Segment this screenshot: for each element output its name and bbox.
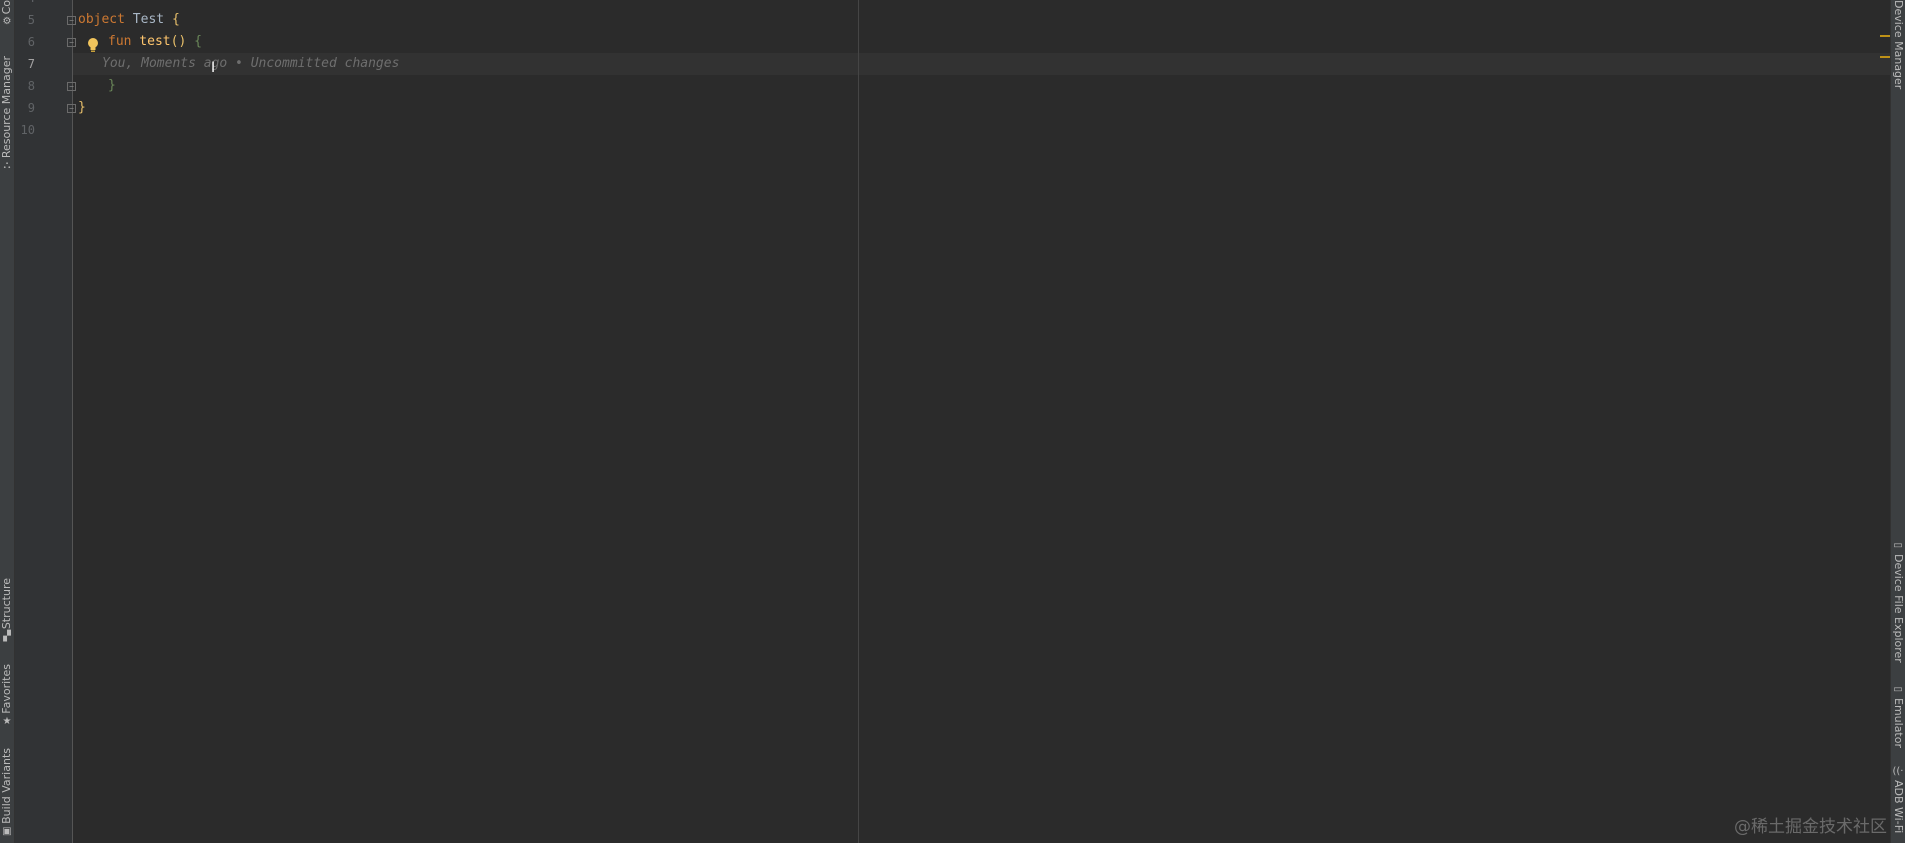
line-number-current: 7 bbox=[27, 57, 35, 71]
tool-tab-favorites[interactable]: Favorites ★ bbox=[0, 664, 14, 728]
tool-tab-favorites-label: Favorites bbox=[0, 664, 13, 714]
code-line-5[interactable]: object Test { bbox=[78, 9, 180, 31]
keyword-fun: fun bbox=[108, 34, 132, 49]
tool-tab-device-manager[interactable]: Device Manager bbox=[1891, 0, 1905, 89]
brace-close: } bbox=[108, 78, 116, 93]
device-file-explorer-icon: ▭ bbox=[1893, 540, 1903, 551]
line-number: 5 bbox=[27, 13, 35, 27]
fold-collapse-icon[interactable]: − bbox=[67, 16, 76, 25]
code-line-7[interactable]: You, Moments ago • Uncommitted changes bbox=[102, 53, 399, 75]
tool-tab-resource-manager[interactable]: Resource Manager ⛬ bbox=[0, 56, 14, 172]
lightbulb-icon[interactable] bbox=[86, 37, 100, 53]
tool-tab-resource-manager-label: Resource Manager bbox=[0, 56, 13, 159]
right-margin-guide bbox=[858, 0, 859, 843]
resource-manager-icon: ⛬ bbox=[3, 160, 11, 172]
warning-stripe-mark[interactable] bbox=[1880, 56, 1890, 58]
brace-open: { bbox=[171, 12, 180, 27]
commit-icon: ⚙ bbox=[2, 16, 12, 28]
tool-tab-device-file-explorer-label: Device File Explorer bbox=[1892, 554, 1905, 663]
tool-tab-device-file-explorer[interactable]: ▭ Device File Explorer bbox=[1891, 540, 1905, 663]
tool-tab-emulator-label: Emulator bbox=[1892, 698, 1905, 748]
brace-open: { bbox=[186, 34, 202, 49]
brace-close: } bbox=[78, 100, 86, 115]
tool-tab-adb-wifi-label: ADB Wi-Fi bbox=[1892, 780, 1905, 834]
line-number: 4 bbox=[15, 0, 35, 9]
fold-collapse-icon[interactable]: − bbox=[67, 38, 76, 47]
tool-tab-build-variants-label: Build Variants bbox=[0, 748, 13, 824]
tool-tab-commit-label: Co bbox=[0, 0, 13, 15]
build-variants-icon: ▣ bbox=[2, 825, 12, 837]
tool-tab-structure[interactable]: Structure ▞ bbox=[0, 578, 14, 643]
watermark: @稀土掘金技术社区 bbox=[1734, 817, 1887, 837]
class-name: Test bbox=[124, 12, 172, 27]
tool-tab-commit[interactable]: Co ⚙ bbox=[0, 0, 14, 28]
code-line-8[interactable]: } bbox=[108, 75, 116, 97]
gutter-separator bbox=[72, 0, 73, 843]
tool-tab-adb-wifi[interactable]: ((· ADB Wi-Fi bbox=[1891, 766, 1905, 833]
tool-tab-device-manager-label: Device Manager bbox=[1892, 0, 1905, 90]
code-line-6[interactable]: fun test() { bbox=[108, 31, 202, 53]
emulator-icon: ▭ bbox=[1893, 684, 1903, 695]
fold-end-icon[interactable]: − bbox=[67, 82, 76, 91]
inline-blame-annotation: You, Moments ago • Uncommitted changes bbox=[102, 56, 400, 71]
wifi-icon: ((· bbox=[1892, 766, 1904, 777]
line-number: 6 bbox=[27, 35, 35, 49]
star-icon: ★ bbox=[2, 715, 12, 727]
structure-icon: ▞ bbox=[3, 631, 11, 643]
fold-end-icon[interactable]: − bbox=[67, 104, 76, 113]
warning-stripe-mark[interactable] bbox=[1880, 35, 1890, 37]
tool-tab-emulator[interactable]: ▭ Emulator bbox=[1891, 684, 1905, 748]
parens: () bbox=[170, 34, 187, 49]
line-number: 10 bbox=[20, 123, 35, 137]
function-name: test bbox=[131, 34, 171, 49]
line-number: 8 bbox=[27, 79, 35, 93]
keyword-object: object bbox=[78, 12, 125, 27]
tool-tab-structure-label: Structure bbox=[0, 578, 13, 630]
text-cursor-icon: I bbox=[211, 60, 216, 76]
tool-tab-build-variants[interactable]: Build Variants ▣ bbox=[0, 748, 14, 838]
code-line-9[interactable]: } bbox=[78, 97, 86, 119]
line-number: 9 bbox=[27, 101, 35, 115]
